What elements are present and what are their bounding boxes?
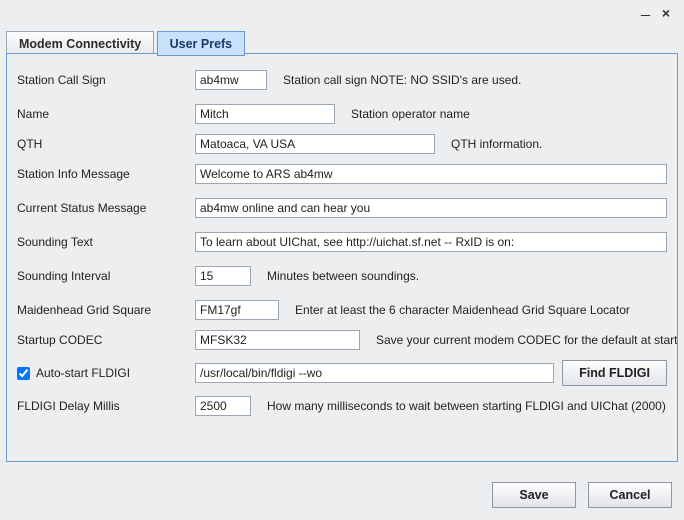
label-autostart-fldigi: Auto-start FLDIGI <box>36 366 130 380</box>
label-status-msg: Current Status Message <box>17 201 187 215</box>
user-prefs-panel: Station Call Sign Station call sign NOTE… <box>6 53 678 462</box>
save-button[interactable]: Save <box>492 482 576 508</box>
label-qth: QTH <box>17 137 187 151</box>
input-qth[interactable] <box>195 134 435 154</box>
input-fldigi-path[interactable] <box>195 363 554 383</box>
input-sounding-interval[interactable] <box>195 266 251 286</box>
input-sounding-text[interactable] <box>195 232 667 252</box>
label-grid-square: Maidenhead Grid Square <box>17 303 187 317</box>
find-fldigi-button[interactable]: Find FLDIGI <box>562 360 667 386</box>
label-station-info: Station Info Message <box>17 167 187 181</box>
cancel-button[interactable]: Cancel <box>588 482 672 508</box>
input-callsign[interactable] <box>195 70 267 90</box>
hint-name: Station operator name <box>351 107 470 121</box>
label-sounding-text: Sounding Text <box>17 235 187 249</box>
tab-user-prefs[interactable]: User Prefs <box>157 31 246 56</box>
hint-qth: QTH information. <box>451 137 542 151</box>
input-status-msg[interactable] <box>195 198 667 218</box>
label-callsign: Station Call Sign <box>17 73 187 87</box>
hint-fldigi-delay: How many milliseconds to wait between st… <box>267 399 666 413</box>
input-station-info[interactable] <box>195 164 667 184</box>
input-startup-codec[interactable] <box>195 330 360 350</box>
hint-callsign: Station call sign NOTE: NO SSID's are us… <box>283 73 521 87</box>
label-sounding-interval: Sounding Interval <box>17 269 187 283</box>
checkbox-autostart-fldigi[interactable] <box>17 367 30 380</box>
input-grid-square[interactable] <box>195 300 279 320</box>
label-startup-codec: Startup CODEC <box>17 333 187 347</box>
label-name: Name <box>17 107 187 121</box>
label-fldigi-delay: FLDIGI Delay Millis <box>17 399 187 413</box>
hint-grid-square: Enter at least the 6 character Maidenhea… <box>295 303 630 317</box>
close-icon[interactable]: × <box>662 5 670 21</box>
hint-startup-codec: Save your current modem CODEC for the de… <box>376 333 677 347</box>
minimize-icon[interactable]: _ <box>641 5 650 13</box>
hint-sounding-interval: Minutes between soundings. <box>267 269 419 283</box>
input-name[interactable] <box>195 104 335 124</box>
input-fldigi-delay[interactable] <box>195 396 251 416</box>
